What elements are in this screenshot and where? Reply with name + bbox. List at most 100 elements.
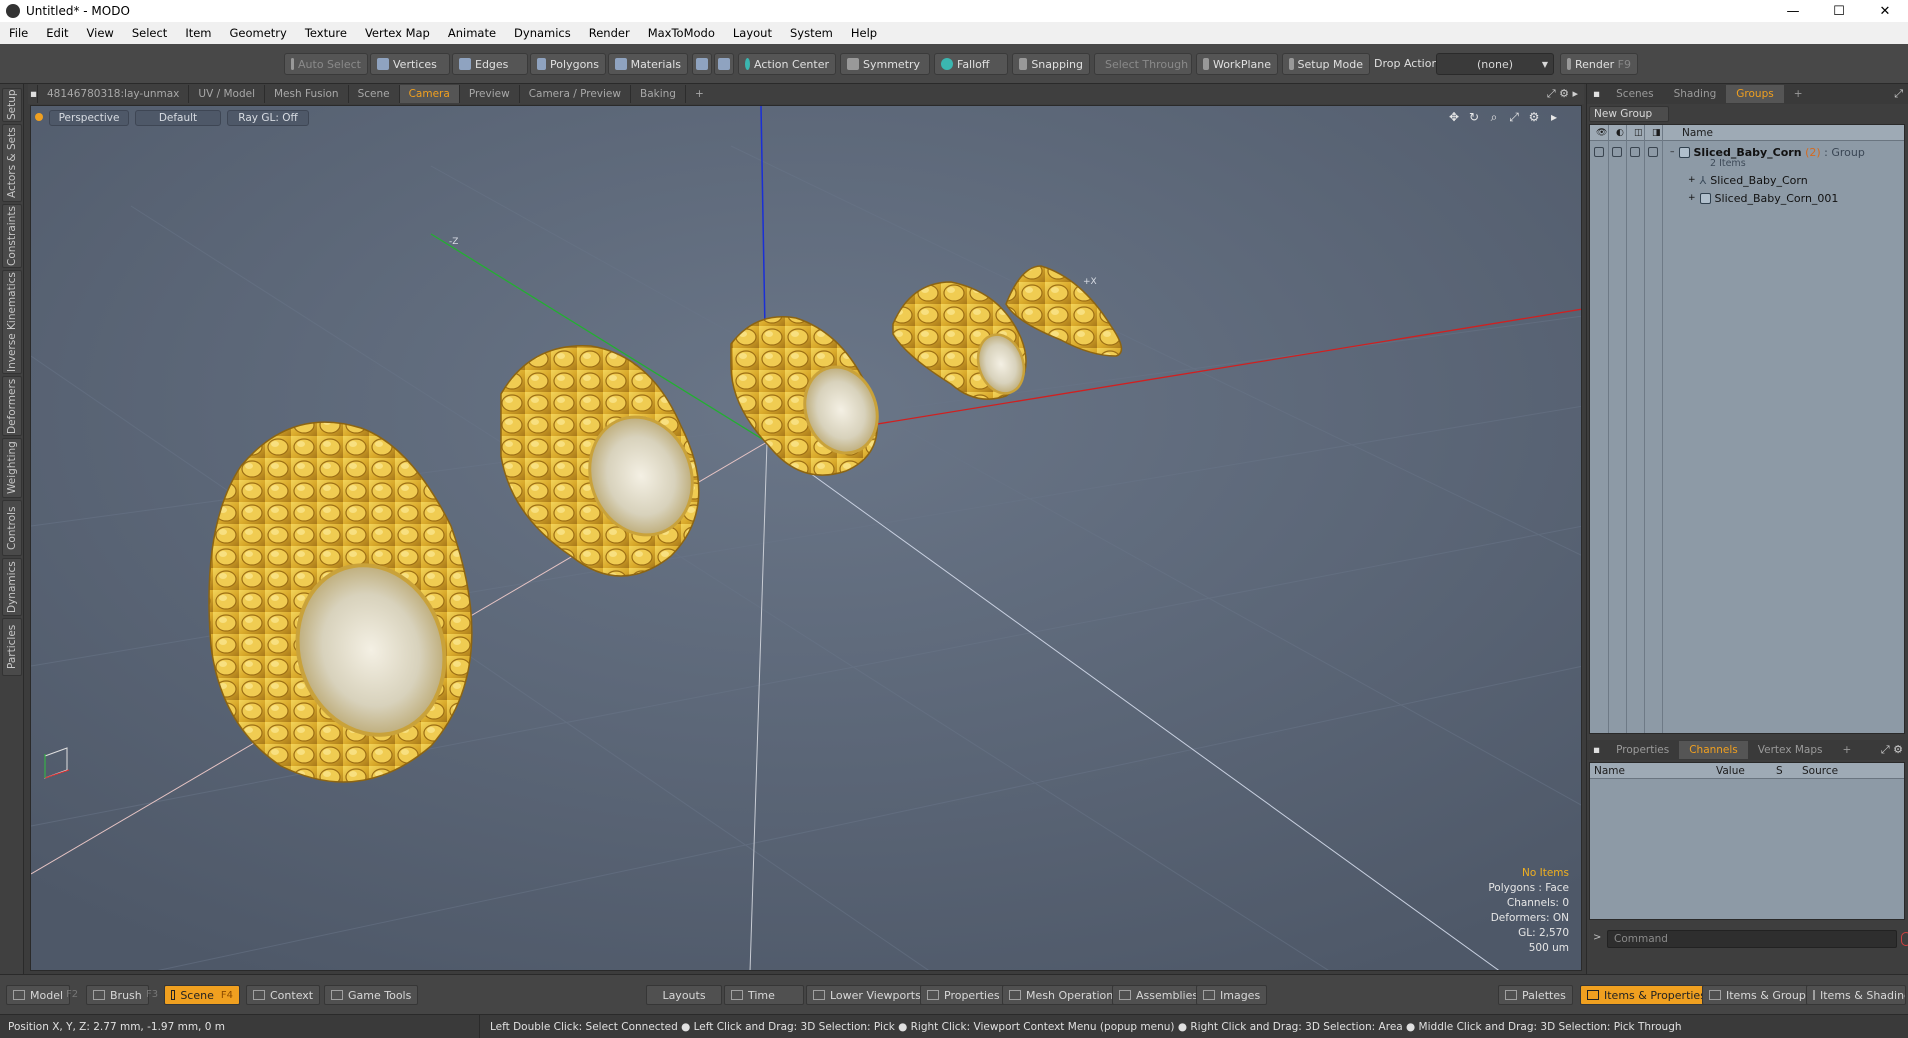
select-mode-a-button[interactable] <box>692 53 712 75</box>
mesh-operations-button[interactable]: Mesh Operations <box>1002 985 1126 1005</box>
images-button[interactable]: Images <box>1196 985 1268 1005</box>
tab-preview[interactable]: Preview <box>460 85 520 103</box>
chan-s-header[interactable]: S <box>1776 765 1783 777</box>
tab-groups[interactable]: Groups <box>1726 85 1784 103</box>
tab-uv-model[interactable]: UV / Model <box>189 85 265 103</box>
menu-select[interactable]: Select <box>123 26 176 40</box>
collapse-icon[interactable]: – <box>1670 147 1675 157</box>
tab-vertex-maps[interactable]: Vertex Maps <box>1748 741 1833 759</box>
add-panel-tab-button[interactable]: + <box>1784 85 1813 103</box>
zoom-icon[interactable]: ⌕ <box>1487 110 1501 124</box>
maximize-button[interactable]: ☐ <box>1816 4 1862 19</box>
panel-expand-icon[interactable]: ⤢ <box>1894 87 1903 101</box>
materials-button[interactable]: Materials <box>608 53 688 75</box>
menu-item[interactable]: Item <box>176 26 220 40</box>
pan-icon[interactable]: ✥ <box>1447 110 1461 124</box>
group-child-row[interactable]: + Sliced_Baby_Corn_001 <box>1590 189 1904 207</box>
select-col-icon[interactable]: ◨ <box>1652 128 1661 138</box>
rotate-icon[interactable]: ↻ <box>1467 110 1481 124</box>
tab-scenes[interactable]: Scenes <box>1606 85 1663 103</box>
tab-layout-unmax[interactable]: 48146780318:lay-unmax <box>38 85 190 103</box>
palettes-button[interactable]: Palettes <box>1498 985 1573 1005</box>
panel-expand-icon[interactable]: ⤢ ⚙ <box>1881 743 1903 757</box>
workplane-button[interactable]: WorkPlane <box>1196 53 1278 75</box>
tab-actors-sets[interactable]: Actors & Sets <box>2 124 22 202</box>
tab-shading[interactable]: Shading <box>1664 85 1727 103</box>
time-button[interactable]: Time <box>724 985 804 1005</box>
game-tools-layout-button[interactable]: Game Tools <box>324 985 419 1005</box>
shading-mode-select[interactable]: Default <box>135 110 221 126</box>
tab-channels[interactable]: Channels <box>1679 741 1748 759</box>
group-list[interactable]: 👁 ◐ ◫ ◨ Name – Sliced_Baby_Corn (2) : Gr… <box>1589 124 1905 734</box>
menu-geometry[interactable]: Geometry <box>221 26 296 40</box>
minimize-button[interactable]: — <box>1770 4 1816 19</box>
menu-help[interactable]: Help <box>842 26 886 40</box>
tab-properties[interactable]: Properties <box>1606 741 1679 759</box>
context-layout-button[interactable]: Context <box>246 985 321 1005</box>
items-groups-button[interactable]: Items & Groups <box>1702 985 1819 1005</box>
model-layout-button[interactable]: Model <box>6 985 71 1005</box>
layouts-button[interactable]: Layouts <box>646 985 722 1005</box>
render-col-icon[interactable]: ◐ <box>1616 128 1624 138</box>
chan-value-header[interactable]: Value <box>1716 765 1745 777</box>
menu-view[interactable]: View <box>78 26 123 40</box>
setup-mode-button[interactable]: Setup Mode <box>1282 53 1370 75</box>
viewport-tab-options-icon[interactable]: ⤢ ⚙ ▸ <box>1547 87 1578 101</box>
panel-menu-icon[interactable]: ▪ <box>1587 741 1606 759</box>
properties-button[interactable]: Properties <box>920 985 1007 1005</box>
menu-vertex-map[interactable]: Vertex Map <box>356 26 439 40</box>
menu-layout[interactable]: Layout <box>724 26 781 40</box>
group-child-row[interactable]: + ⅄ Sliced_Baby_Corn <box>1590 171 1904 189</box>
menu-file[interactable]: File <box>0 26 37 40</box>
polygons-button[interactable]: Polygons <box>530 53 606 75</box>
action-center-button[interactable]: Action Center <box>738 53 836 75</box>
panel-menu-icon[interactable]: ▪ <box>1587 85 1606 103</box>
chan-name-header[interactable]: Name <box>1594 765 1625 777</box>
menu-render[interactable]: Render <box>580 26 639 40</box>
items-shading-button[interactable]: Items & Shading <box>1806 985 1906 1005</box>
vertices-button[interactable]: Vertices <box>370 53 450 75</box>
channel-list[interactable]: Name Value S Source <box>1589 762 1905 920</box>
render-button[interactable]: Render F9 <box>1560 53 1638 75</box>
lock-col-icon[interactable]: ◫ <box>1634 128 1643 138</box>
tab-menu-icon[interactable]: ▪ <box>28 85 38 103</box>
tab-constraints[interactable]: Constraints <box>2 204 22 268</box>
tab-camera-preview[interactable]: Camera / Preview <box>520 85 631 103</box>
tab-deformers[interactable]: Deformers <box>2 376 22 436</box>
items-properties-button[interactable]: Items & Properties <box>1580 985 1713 1005</box>
tab-baking[interactable]: Baking <box>631 85 686 103</box>
name-col-header[interactable]: Name <box>1682 127 1713 139</box>
viewport-menu-icon[interactable] <box>35 113 43 121</box>
tab-weighting[interactable]: Weighting <box>2 438 22 498</box>
tab-scene[interactable]: Scene <box>349 85 400 103</box>
add-panel-tab-button[interactable]: + <box>1833 741 1862 759</box>
menu-dynamics[interactable]: Dynamics <box>505 26 580 40</box>
scene-layout-button[interactable]: Scene F4 <box>164 985 240 1005</box>
menu-edit[interactable]: Edit <box>37 26 77 40</box>
command-input[interactable]: Command <box>1607 930 1897 948</box>
view-mode-select[interactable]: Perspective <box>49 110 129 126</box>
viewport-settings-icon[interactable]: ⚙ <box>1527 110 1541 124</box>
command-history-icon[interactable] <box>1901 932 1908 946</box>
chan-source-header[interactable]: Source <box>1802 765 1838 777</box>
tab-camera[interactable]: Camera <box>399 85 460 103</box>
symmetry-button[interactable]: Symmetry <box>840 53 930 75</box>
viewport-more-icon[interactable]: ▸ <box>1547 110 1561 124</box>
tab-particles[interactable]: Particles <box>2 618 22 676</box>
brush-layout-button[interactable]: Brush <box>86 985 149 1005</box>
menu-animate[interactable]: Animate <box>439 26 505 40</box>
assemblies-button[interactable]: Assemblies <box>1112 985 1206 1005</box>
close-button[interactable]: ✕ <box>1862 4 1908 19</box>
drop-action-select[interactable]: (none) ▼ <box>1436 53 1554 75</box>
select-through-button[interactable]: Select Through <box>1094 53 1192 75</box>
new-group-button[interactable]: New Group <box>1589 106 1669 122</box>
tab-inverse-kinematics[interactable]: Inverse Kinematics <box>2 270 22 374</box>
tab-controls[interactable]: Controls <box>2 500 22 556</box>
fit-icon[interactable]: ⤢ <box>1507 110 1521 124</box>
select-mode-b-button[interactable] <box>714 53 734 75</box>
tab-mesh-fusion[interactable]: Mesh Fusion <box>265 85 349 103</box>
menu-maxtomodo[interactable]: MaxToModo <box>639 26 724 40</box>
3d-viewport[interactable]: -Z +X Perspective Default Ray GL: Off ✥ … <box>30 105 1582 971</box>
snapping-button[interactable]: Snapping <box>1012 53 1090 75</box>
raygl-toggle[interactable]: Ray GL: Off <box>227 110 309 126</box>
